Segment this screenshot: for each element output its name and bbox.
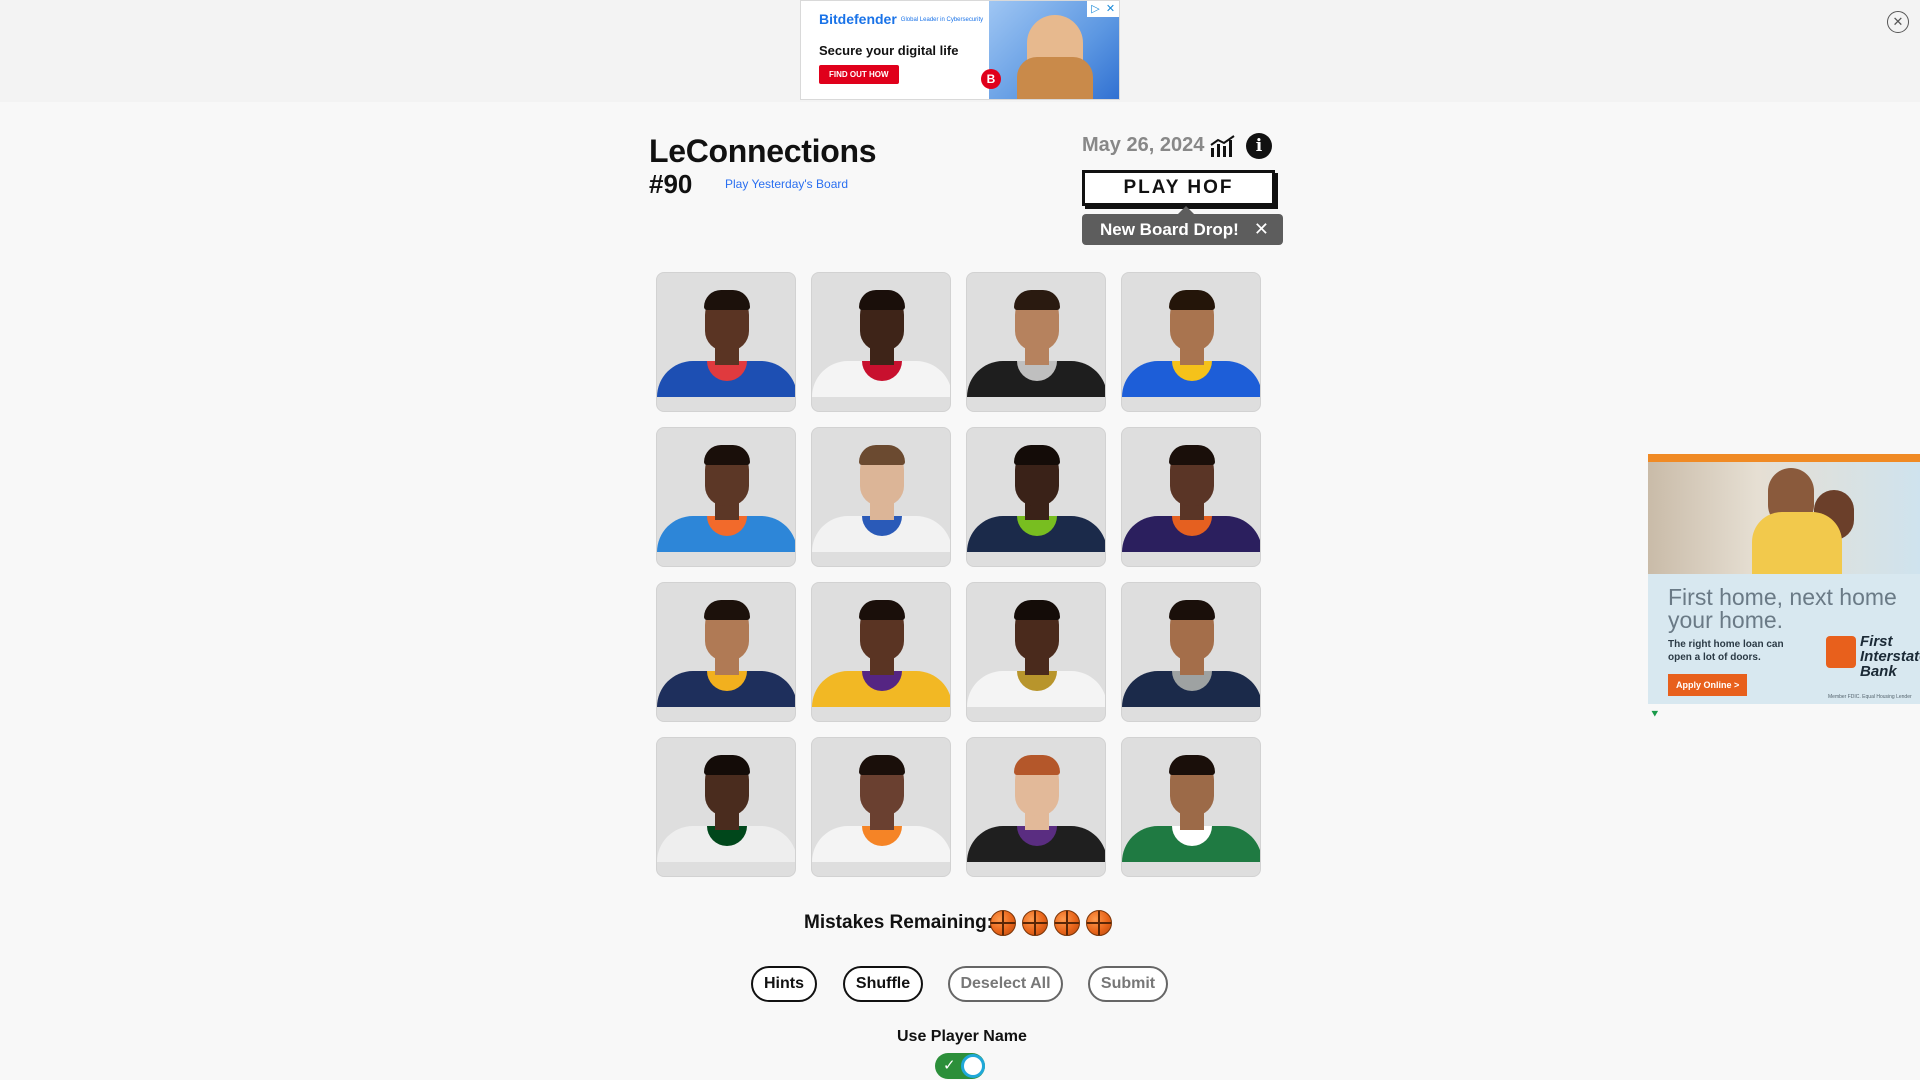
mistakes-label: Mistakes Remaining:: [804, 912, 993, 933]
use-player-name-label: Use Player Name: [897, 1028, 1027, 1045]
player-tile[interactable]: [1121, 427, 1261, 567]
ad-logo-badge: B: [981, 69, 1001, 89]
tooltip-text: New Board Drop!: [1100, 220, 1239, 239]
page-title: LeConnections: [649, 133, 877, 169]
check-icon: ✓: [943, 1057, 956, 1074]
player-tile[interactable]: [966, 737, 1106, 877]
adchoices-icon[interactable]: ▷: [1089, 3, 1102, 16]
ad-brand: Bitdefender Global Leader in Cybersecurit…: [819, 11, 984, 27]
player-tile[interactable]: [656, 582, 796, 722]
submit-button[interactable]: Submit: [1088, 966, 1168, 1002]
ad-feedback-icon[interactable]: ⯆: [1650, 708, 1662, 720]
basketball-icon: [990, 910, 1016, 936]
tooltip-close-icon[interactable]: ✕: [1254, 214, 1269, 245]
play-hof-button[interactable]: PLAY HOF: [1082, 170, 1275, 206]
bank-logo-text: First Interstate Bank: [1860, 633, 1920, 680]
player-tile[interactable]: [1121, 737, 1261, 877]
basketball-icon: [1022, 910, 1048, 936]
bank-logo-icon: [1826, 636, 1856, 668]
basketball-icon: [1086, 910, 1112, 936]
hints-button[interactable]: Hints: [751, 966, 817, 1002]
player-tile[interactable]: [811, 737, 951, 877]
info-icon[interactable]: i: [1246, 133, 1272, 159]
side-banner-ad[interactable]: First home, next home your home. The rig…: [1648, 454, 1920, 704]
player-tile[interactable]: [966, 272, 1106, 412]
player-tile[interactable]: [1121, 272, 1261, 412]
player-tile[interactable]: [811, 427, 951, 567]
player-tile[interactable]: [966, 427, 1106, 567]
player-tile[interactable]: [811, 272, 951, 412]
ad-cta-button[interactable]: FIND OUT HOW: [819, 65, 899, 84]
ad-tagline: Secure your digital life: [819, 43, 959, 58]
adchoices[interactable]: ▷ ✕: [1087, 1, 1119, 17]
stats-icon[interactable]: [1209, 134, 1237, 158]
player-tile[interactable]: [656, 272, 796, 412]
player-tile[interactable]: [656, 737, 796, 877]
ad-close-icon[interactable]: ✕: [1104, 3, 1117, 16]
basketball-icon: [1054, 910, 1080, 936]
ad-subtext: The right home loan can open a lot of do…: [1668, 639, 1784, 663]
ad-apply-button[interactable]: Apply Online >: [1668, 674, 1748, 696]
player-tile[interactable]: [1121, 582, 1261, 722]
board-date: May 26, 2024: [1082, 134, 1205, 156]
shuffle-button[interactable]: Shuffle: [843, 966, 923, 1002]
ad-fine-print: Member FDIC. Equal Housing Lender: [1828, 694, 1912, 700]
use-player-name-toggle[interactable]: ✓: [935, 1053, 985, 1079]
deselect-all-button[interactable]: Deselect All: [948, 966, 1063, 1002]
ad-family-photo: [1648, 462, 1920, 574]
top-banner-ad[interactable]: Bitdefender Global Leader in Cybersecurit…: [800, 0, 1120, 100]
play-yesterday-link[interactable]: Play Yesterday's Board: [725, 177, 848, 191]
close-ad-icon[interactable]: ✕: [1887, 11, 1909, 33]
new-board-tooltip: New Board Drop! ✕: [1082, 206, 1283, 245]
board-number: #90: [649, 169, 693, 199]
player-tile[interactable]: [966, 582, 1106, 722]
ad-headline: First home, next home your home.: [1668, 584, 1897, 633]
player-tile[interactable]: [656, 427, 796, 567]
player-tile[interactable]: [811, 582, 951, 722]
toggle-knob: [961, 1054, 985, 1078]
